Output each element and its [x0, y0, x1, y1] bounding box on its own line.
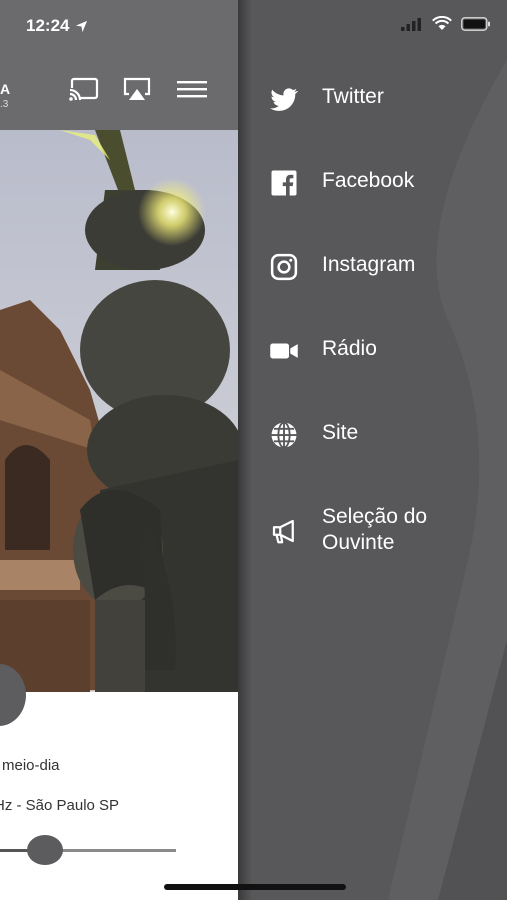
airplay-icon[interactable]: [121, 76, 153, 102]
globe-icon: [268, 420, 300, 450]
status-indicators: [401, 16, 491, 31]
drawer-background-watermark: [388, 60, 507, 900]
signal-icon: [401, 17, 421, 31]
video-camera-icon: [268, 336, 300, 366]
status-time: 12:24: [26, 16, 88, 36]
station-text: Hz - São Paulo SP: [0, 797, 120, 814]
location-arrow-icon: [76, 20, 88, 32]
app-logo[interactable]: A .3: [0, 82, 10, 112]
facebook-icon: [268, 168, 300, 198]
background-app: 12:24 A .3 meio-dia Hz - São Paulo SP: [0, 0, 238, 900]
volume-slider-thumb[interactable]: [27, 835, 64, 865]
instagram-icon: [268, 252, 300, 282]
menu-item-label: Seleção do Ouvinte: [322, 505, 428, 554]
megaphone-icon: [268, 516, 300, 546]
menu-item-label: Twitter: [322, 85, 384, 108]
wifi-icon: [432, 16, 452, 30]
hamburger-menu-icon[interactable]: [176, 76, 208, 102]
app-logo-subtext: .3: [0, 99, 9, 110]
app-logo-text: A: [0, 81, 11, 97]
cast-icon[interactable]: [68, 76, 100, 102]
menu-item-label: Site: [322, 421, 359, 444]
program-text: meio-dia: [2, 757, 60, 774]
menu-item-label: Instagram: [322, 253, 416, 276]
battery-icon: [461, 16, 490, 31]
menu-item-label: Rádio: [322, 337, 377, 360]
twitter-icon: [268, 84, 300, 114]
menu-item-label: Facebook: [322, 169, 415, 192]
station-photo: [0, 130, 238, 692]
status-time-text: 12:24: [26, 16, 70, 35]
app-header: 12:24 A .3: [0, 0, 238, 130]
home-indicator[interactable]: [164, 884, 346, 890]
side-menu: Twitter Facebook Instagram Rádio Site Se…: [238, 0, 507, 900]
